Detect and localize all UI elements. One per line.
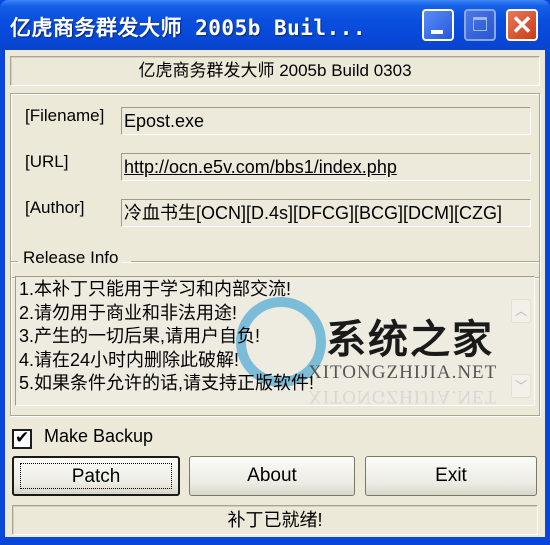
release-line: 4.请在24小时内删除此破解! [19, 349, 240, 370]
patch-button-label: Patch [71, 466, 121, 487]
patch-button[interactable]: Patch [12, 456, 180, 496]
watermark-cn-text: 系统之家 [326, 317, 494, 363]
release-info-legend: Release Info [19, 248, 123, 268]
scroll-down-button[interactable]: ﹀ [511, 374, 531, 398]
release-line: 3.产生的一切后果,请用户自负! [19, 326, 261, 346]
watermark-en-text: XITONGZHIJIA.NET [308, 362, 498, 383]
release-line: 5.如果条件允许的话,请支持正版软件! [19, 373, 315, 393]
maximize-button[interactable] [464, 9, 496, 41]
filename-label: [Filename] [25, 106, 105, 125]
about-button[interactable]: About [189, 456, 355, 496]
url-label: [URL] [25, 152, 69, 171]
title-bar[interactable]: 亿虎商务群发大师 2005b Buil... ✕ [0, 0, 550, 50]
exit-button[interactable]: Exit [365, 456, 537, 496]
close-icon: ✕ [511, 10, 533, 40]
chevron-down-icon: ﹀ [514, 379, 527, 393]
release-lines: 1.本补丁只能用于学习和内部交流! 2.请勿用于商业和非法用途! 3.产生的一切… [19, 278, 314, 396]
client-area: 亿虎商务群发大师 2005b Build 0303 [Filename] Epo… [5, 50, 545, 537]
minimize-button[interactable] [422, 9, 454, 41]
url-field[interactable]: http://ocn.e5v.com/bbs1/index.php [121, 153, 531, 181]
make-backup-label[interactable]: Make Backup [44, 426, 153, 447]
window-title: 亿虎商务群发大师 2005b Buil... [10, 16, 367, 40]
scroll-up-button[interactable]: ︿ [511, 299, 531, 323]
chevron-up-icon: ︿ [514, 304, 527, 318]
patcher-window: 亿虎商务群发大师 2005b Buil... ✕ 亿虎商务群发大师 2005b … [0, 0, 550, 545]
url-link[interactable]: http://ocn.e5v.com/bbs1/index.php [124, 157, 397, 177]
status-bar: 补丁已就绪! [12, 505, 538, 535]
author-field: 冷血书生[OCN][D.4s][DFCG][BCG][DCM][CZG] [121, 199, 531, 227]
app-header: 亿虎商务群发大师 2005b Build 0303 [10, 56, 540, 86]
release-line: 2.请勿用于商业和非法用途! [19, 302, 238, 323]
author-label: [Author] [25, 198, 85, 217]
close-button[interactable]: ✕ [506, 9, 538, 41]
release-info-textbox[interactable]: 1.本补丁只能用于学习和内部交流! 2.请勿用于商业和非法用途! 3.产生的一切… [15, 276, 535, 406]
watermark-reflection: XITONGZHIJIA.NET [308, 386, 498, 406]
release-line: 1.本补丁只能用于学习和内部交流! [19, 279, 292, 299]
make-backup-checkbox[interactable] [12, 428, 32, 449]
filename-field: Epost.exe [121, 107, 531, 135]
